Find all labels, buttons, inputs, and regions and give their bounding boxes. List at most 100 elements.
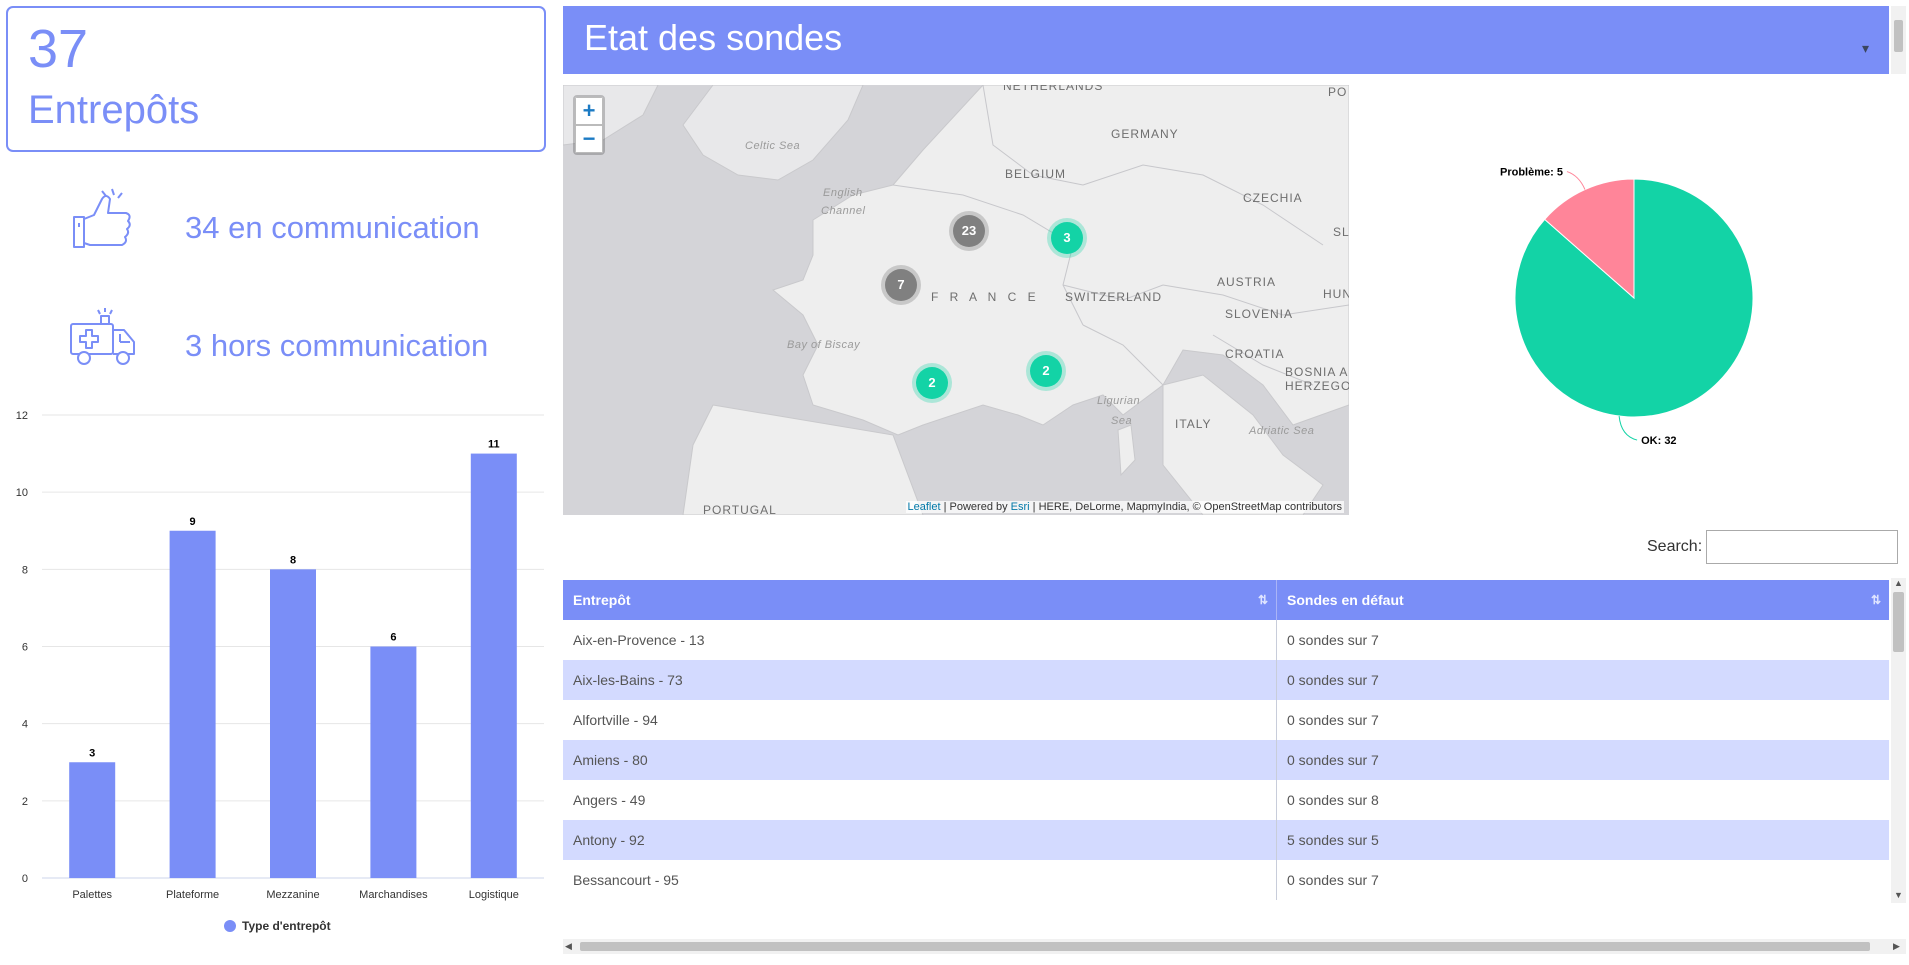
sort-icon: ⇅ xyxy=(1870,593,1881,607)
table-row[interactable]: Alfortville - 94 0 sondes sur 7 xyxy=(563,700,1889,740)
column-header-label: Sondes en défaut xyxy=(1287,592,1404,608)
map-label-bosnia-2: HERZEGOVI xyxy=(1285,379,1349,393)
map-label-bosnia-1: BOSNIA AN xyxy=(1285,365,1349,379)
map-label-celtic-sea: Celtic Sea xyxy=(745,140,801,152)
cell-entrepot: Aix-les-Bains - 73 xyxy=(563,660,1277,700)
pie-data-label: OK: 32 xyxy=(1641,435,1676,447)
map-label-netherlands: NETHERLANDS xyxy=(1003,85,1104,93)
table-row[interactable]: Aix-les-Bains - 73 0 sondes sur 7 xyxy=(563,660,1889,700)
map-label-english-channel-1: English xyxy=(823,187,863,199)
cell-sondes: 0 sondes sur 7 xyxy=(1287,712,1379,728)
chevron-down-icon[interactable]: ▾ xyxy=(1862,40,1869,57)
scroll-left-icon[interactable]: ◀ xyxy=(565,941,572,952)
search-label: Search: xyxy=(1647,538,1703,555)
x-tick-label: Logistique xyxy=(469,889,519,901)
sort-icon: ⇅ xyxy=(1257,593,1268,607)
map-label-ligurian-sea-1: Ligurian xyxy=(1097,395,1141,407)
attribution-text-2: | HERE, DeLorme, MapmyIndia, © OpenStree… xyxy=(1029,501,1342,513)
cell-sondes: 0 sondes sur 7 xyxy=(1287,672,1379,688)
column-header-label: Entrepôt xyxy=(573,592,631,608)
y-tick-label: 6 xyxy=(22,642,28,654)
cell-sondes: 0 sondes sur 7 xyxy=(1287,872,1379,888)
map-cluster-marker[interactable]: 3 xyxy=(1051,222,1083,254)
cell-entrepot: Aix-en-Provence - 13 xyxy=(563,620,1277,660)
x-tick-label: Palettes xyxy=(72,889,112,901)
map-cluster-marker[interactable]: 2 xyxy=(916,367,948,399)
probe-map[interactable]: NETHERLANDS GERMANY BELGIUM CZECHIA F R … xyxy=(563,85,1349,515)
zoom-in-button[interactable]: + xyxy=(575,97,603,125)
map-label-france: F R A N C E xyxy=(931,290,1040,304)
map-cluster-marker[interactable]: 2 xyxy=(1030,355,1062,387)
kpi-count: 37 xyxy=(28,19,89,79)
y-tick-label: 0 xyxy=(22,873,28,885)
map-label-austria: AUSTRIA xyxy=(1217,275,1277,289)
attribution-text-1: | Powered by xyxy=(940,501,1011,513)
map-label-adriatic-sea: Adriatic Sea xyxy=(1249,425,1315,437)
map-label-belgium: BELGIUM xyxy=(1005,167,1067,181)
bar-data-label: 8 xyxy=(290,554,296,566)
leaflet-link[interactable]: Leaflet xyxy=(908,501,941,513)
map-label-czechia: CZECHIA xyxy=(1243,191,1303,205)
cell-entrepot: Angers - 49 xyxy=(563,780,1277,820)
warehouse-table: Entrepôt ⇅ Sondes en défaut ⇅ Aix-en-Pro… xyxy=(563,580,1889,900)
cell-entrepot: Bessancourt - 95 xyxy=(563,860,1277,900)
cell-sondes: 5 sondes sur 5 xyxy=(1287,832,1379,848)
cell-entrepot: Antony - 92 xyxy=(563,820,1277,860)
pie-data-label: Problème: 5 xyxy=(1500,167,1563,179)
x-tick-label: Mezzanine xyxy=(266,889,319,901)
kpi-label: Entrepôts xyxy=(28,88,200,132)
cell-sondes: 0 sondes sur 7 xyxy=(1287,632,1379,648)
warehouse-type-bar-chart: 0 2 4 6 8 10 12 3 Palettes 9 Plateforme 8 Mezzanine 6… xyxy=(16,410,544,933)
scroll-up-icon[interactable]: ▲ xyxy=(1894,578,1903,588)
table-row[interactable]: Angers - 49 0 sondes sur 8 xyxy=(563,780,1889,820)
status-offline-text: 3 hors communication xyxy=(185,328,489,363)
table-row[interactable]: Bessancourt - 95 0 sondes sur 7 xyxy=(563,860,1889,900)
page-title: Etat des sondes xyxy=(584,17,843,58)
bar-data-label: 6 xyxy=(390,632,396,644)
bar-data-label: 3 xyxy=(89,747,95,759)
map-label-germany: GERMANY xyxy=(1111,127,1179,141)
esri-link[interactable]: Esri xyxy=(1011,501,1030,513)
y-tick-label: 10 xyxy=(16,487,28,499)
column-header-sondes[interactable]: Sondes en défaut ⇅ xyxy=(1277,580,1889,620)
x-tick-label: Marchandises xyxy=(359,889,428,901)
map-label-italy: ITALY xyxy=(1175,417,1212,431)
x-tick-label: Plateforme xyxy=(166,889,219,901)
bar xyxy=(69,762,116,878)
map-cluster-marker[interactable]: 7 xyxy=(885,269,917,301)
legend-marker xyxy=(224,920,236,932)
map-label-poland-partial: PO xyxy=(1328,85,1348,99)
table-row[interactable]: Antony - 92 5 sondes sur 5 xyxy=(563,820,1889,860)
column-header-entrepot[interactable]: Entrepôt ⇅ xyxy=(563,580,1277,620)
map-label-slovenia: SLOVENIA xyxy=(1225,307,1294,321)
map-label-english-channel-2: Channel xyxy=(821,205,866,217)
map-label-croatia: CROATIA xyxy=(1225,347,1285,361)
y-tick-label: 4 xyxy=(22,719,28,731)
map-attribution: Leaflet | Powered by Esri | HERE, DeLorm… xyxy=(905,501,1344,513)
zoom-out-button[interactable]: − xyxy=(575,125,603,153)
pie-connector xyxy=(1566,171,1586,190)
map-label-bay-of-biscay: Bay of Biscay xyxy=(787,339,861,351)
table-row[interactable]: Aix-en-Provence - 13 0 sondes sur 7 xyxy=(563,620,1889,660)
map-label-hungary-partial: HUN xyxy=(1323,287,1349,301)
bar-data-label: 9 xyxy=(190,516,196,528)
cell-entrepot: Alfortville - 94 xyxy=(563,700,1277,740)
table-horizontal-scrollbar-thumb[interactable] xyxy=(580,942,1870,951)
map-label-switzerland: SWITZERLAND xyxy=(1065,290,1163,304)
table-vertical-scrollbar-thumb[interactable] xyxy=(1893,592,1904,652)
bar xyxy=(470,453,517,878)
probe-status-pie-chart: OK: 32 Problème: 5 xyxy=(1500,167,1754,447)
map-label-slovakia-partial: SL xyxy=(1333,225,1349,239)
map-cluster-marker[interactable]: 23 xyxy=(953,215,985,247)
y-tick-label: 2 xyxy=(22,796,28,808)
bar xyxy=(169,530,216,878)
bar xyxy=(370,646,417,878)
header-scrollbar-thumb[interactable] xyxy=(1894,20,1903,52)
y-tick-label: 12 xyxy=(16,410,28,422)
search-input[interactable] xyxy=(1706,530,1898,564)
y-tick-label: 8 xyxy=(22,564,28,576)
cell-sondes: 0 sondes sur 7 xyxy=(1287,752,1379,768)
scroll-right-icon[interactable]: ▶ xyxy=(1893,941,1900,952)
table-row[interactable]: Amiens - 80 0 sondes sur 7 xyxy=(563,740,1889,780)
scroll-down-icon[interactable]: ▼ xyxy=(1894,890,1903,900)
